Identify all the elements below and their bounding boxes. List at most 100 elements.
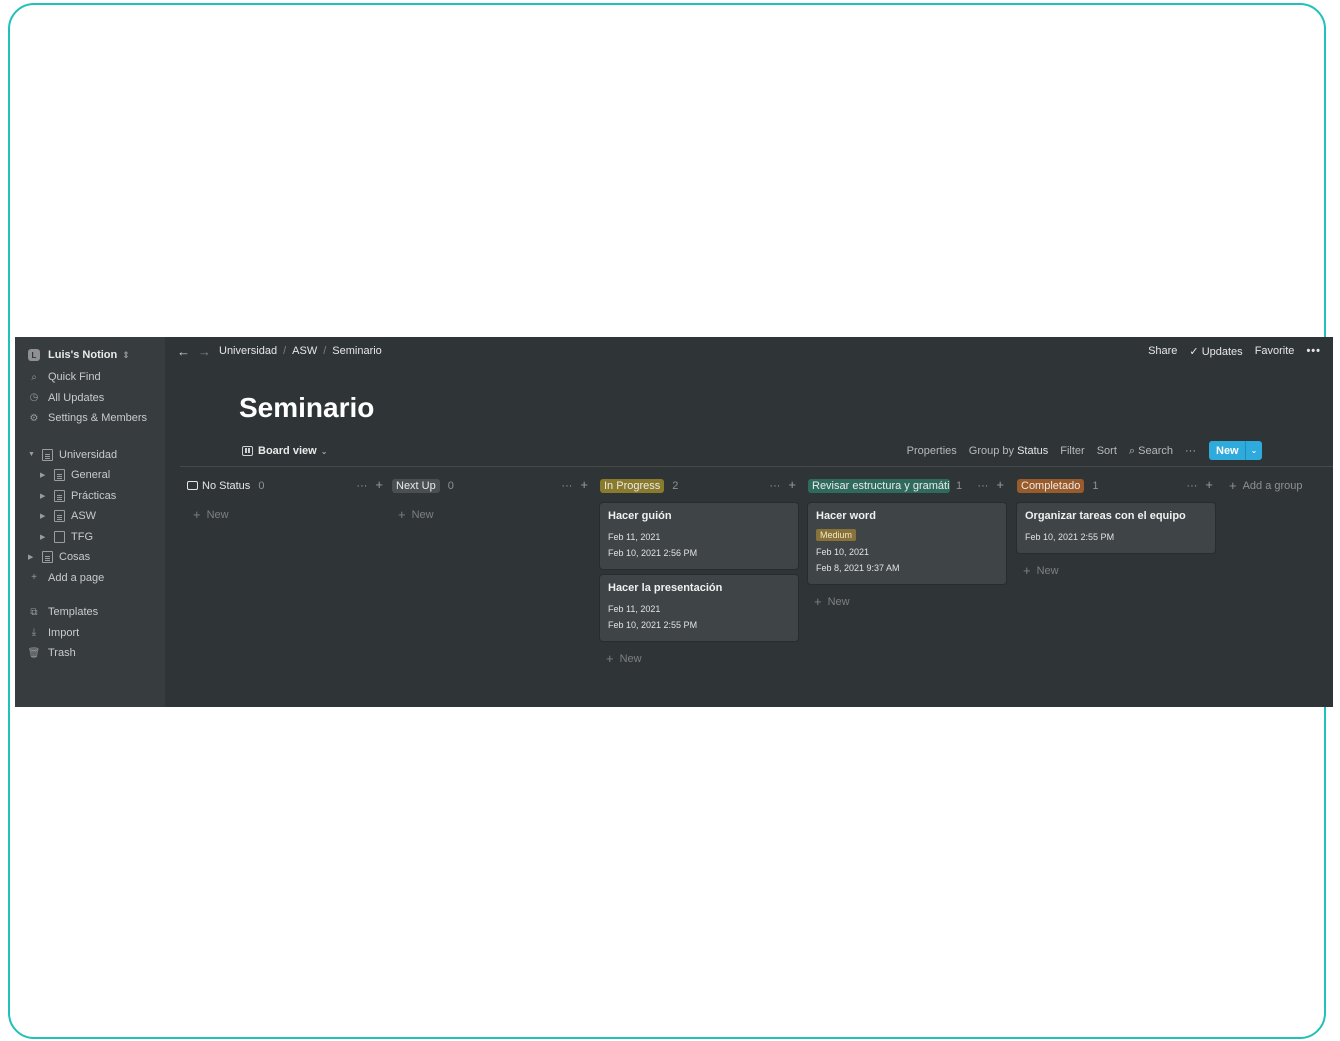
sidebar: L Luis's Notion ⇕ ⌕ Quick Find ◷ All Upd… — [15, 337, 165, 707]
properties-button[interactable]: Properties — [907, 445, 957, 457]
inbox-icon — [187, 481, 198, 490]
column-header[interactable]: Revisar estructura y gramática 1 ··· + — [808, 477, 1006, 494]
add-new-card[interactable]: + New — [808, 594, 1006, 609]
new-button[interactable]: New ⌄ — [1209, 441, 1262, 460]
board-card[interactable]: Organizar tareas con el equipo Feb 10, 2… — [1017, 503, 1215, 553]
sidebar-page-tfg[interactable]: ▶ TFG — [15, 527, 165, 548]
card-created: Feb 8, 2021 9:37 AM — [816, 563, 900, 573]
add-new-card[interactable]: + New — [187, 507, 385, 522]
sidebar-page-general[interactable]: ▶ General — [15, 465, 165, 486]
column-name: Revisar estructura y gramática — [808, 478, 950, 493]
plus-icon: + — [1023, 563, 1031, 578]
check-icon: ✓ — [1189, 345, 1199, 358]
view-selector[interactable]: Board view ⌄ — [242, 445, 327, 457]
sidebar-item-label: General — [71, 469, 111, 482]
plus-icon[interactable]: + — [996, 478, 1004, 492]
add-new-card[interactable]: + New — [1017, 563, 1215, 578]
add-new-card[interactable]: + New — [392, 507, 590, 522]
column-header[interactable]: Completado 1 ··· + — [1017, 477, 1215, 494]
plus-icon[interactable]: + — [1205, 478, 1213, 492]
column-name: In Progress — [600, 478, 665, 493]
card-date: Feb 10, 2021 — [816, 547, 870, 557]
toggle-collapsed-icon[interactable]: ▶ — [40, 533, 50, 541]
toggle-collapsed-icon[interactable]: ▶ — [40, 471, 50, 479]
sidebar-item-all-updates[interactable]: ◷ All Updates — [15, 388, 165, 409]
add-group-button[interactable]: + Add a group — [1229, 477, 1303, 494]
board-card[interactable]: Hacer la presentación Feb 11, 2021 Feb 1… — [600, 575, 798, 641]
new-button-label: New — [1216, 444, 1239, 457]
toggle-collapsed-icon[interactable]: ▶ — [40, 492, 50, 500]
sidebar-item-label: Add a page — [48, 571, 105, 584]
card-date: Feb 10, 2021 2:55 PM — [1025, 532, 1115, 542]
toggle-collapsed-icon[interactable]: ▶ — [40, 512, 50, 520]
updates-button[interactable]: ✓ Updates — [1189, 345, 1242, 358]
sidebar-item-trash[interactable]: 🗑 Trash — [15, 643, 165, 664]
plus-icon: + — [814, 594, 822, 609]
sidebar-item-label: Prácticas — [71, 489, 117, 502]
page-icon — [54, 489, 65, 502]
more-icon[interactable]: ··· — [977, 480, 988, 492]
column-header[interactable]: In Progress 2 ··· + — [600, 477, 798, 494]
share-button[interactable]: Share — [1148, 345, 1177, 357]
breadcrumb-seminario[interactable]: Seminario — [332, 345, 382, 357]
page-title[interactable]: Seminario — [239, 392, 374, 424]
sidebar-item-templates[interactable]: ⧉ Templates — [15, 602, 165, 623]
chevron-down-icon: ⌄ — [320, 446, 328, 456]
column-header[interactable]: No Status 0 ··· + — [187, 477, 385, 494]
board-card[interactable]: Hacer guión Feb 11, 2021 Feb 10, 2021 2:… — [600, 503, 798, 569]
favorite-button[interactable]: Favorite — [1255, 345, 1295, 357]
toggle-expanded-icon[interactable]: ▼ — [28, 451, 38, 458]
plus-icon[interactable]: + — [375, 478, 383, 492]
add-page-button[interactable]: + Add a page — [15, 568, 165, 589]
filter-button[interactable]: Filter — [1060, 445, 1084, 457]
sidebar-item-label: Import — [48, 626, 80, 639]
back-arrow-icon[interactable]: ← — [177, 344, 190, 359]
sidebar-item-quick-find[interactable]: ⌕ Quick Find — [15, 367, 165, 388]
workspace-switcher[interactable]: L Luis's Notion ⇕ — [15, 343, 165, 367]
topbar: ← → Universidad / ASW / Seminario Share … — [165, 337, 1333, 365]
plus-icon[interactable]: + — [580, 478, 588, 492]
more-options-icon[interactable]: ••• — [1306, 345, 1321, 357]
notion-app-window: L Luis's Notion ⇕ ⌕ Quick Find ◷ All Upd… — [15, 337, 1333, 707]
card-title: Hacer word — [816, 510, 876, 522]
column-name: Completado — [1017, 478, 1085, 493]
workspace-name: Luis's Notion — [48, 349, 118, 361]
board-column-revisar: Revisar estructura y gramática 1 ··· + Ha… — [808, 477, 1006, 609]
column-count: 0 — [258, 479, 265, 492]
trash-icon: 🗑 — [27, 647, 41, 659]
board-column-next-up: Next Up 0 ··· + + New — [392, 477, 590, 522]
more-icon[interactable]: ··· — [769, 480, 780, 492]
page-icon — [54, 469, 65, 482]
more-view-options-icon[interactable]: ··· — [1185, 445, 1196, 457]
priority-tag: Medium — [816, 529, 857, 541]
search-button[interactable]: ⌕ Search — [1129, 445, 1173, 458]
plus-icon[interactable]: + — [788, 478, 796, 492]
sidebar-page-asw[interactable]: ▶ ASW — [15, 506, 165, 527]
page-icon — [42, 448, 53, 461]
toggle-collapsed-icon[interactable]: ▶ — [28, 553, 38, 561]
import-icon: ⤓ — [31, 627, 37, 639]
card-date: Feb 11, 2021 — [608, 532, 661, 542]
plus-icon: + — [1229, 478, 1237, 493]
forward-arrow-icon[interactable]: → — [198, 344, 211, 359]
group-by-button[interactable]: Group by Status — [969, 445, 1049, 457]
more-icon[interactable]: ··· — [561, 480, 572, 492]
card-title: Organizar tareas con el equipo — [1025, 510, 1186, 522]
divider — [180, 466, 1333, 467]
breadcrumb-asw[interactable]: ASW — [292, 345, 317, 357]
sidebar-item-import[interactable]: ⤓ Import — [15, 623, 165, 644]
sidebar-page-practicas[interactable]: ▶ Prácticas — [15, 486, 165, 507]
board-column-in-progress: In Progress 2 ··· + Hacer guión Feb 11, 2… — [600, 477, 798, 666]
breadcrumb-universidad[interactable]: Universidad — [219, 345, 277, 357]
column-header[interactable]: Next Up 0 ··· + — [392, 477, 590, 494]
board-card[interactable]: Hacer word Medium Feb 10, 2021 Feb 8, 20… — [808, 503, 1006, 584]
more-icon[interactable]: ··· — [356, 480, 367, 492]
sidebar-page-cosas[interactable]: ▶ Cosas — [15, 547, 165, 568]
gear-icon: ⚙ — [29, 412, 39, 424]
sidebar-page-universidad[interactable]: ▼ Universidad — [15, 445, 165, 466]
more-icon[interactable]: ··· — [1186, 480, 1197, 492]
sidebar-item-settings[interactable]: ⚙ Settings & Members — [15, 408, 165, 429]
sort-button[interactable]: Sort — [1097, 445, 1117, 457]
chevron-down-icon[interactable]: ⌄ — [1246, 446, 1262, 455]
add-new-card[interactable]: + New — [600, 651, 798, 666]
